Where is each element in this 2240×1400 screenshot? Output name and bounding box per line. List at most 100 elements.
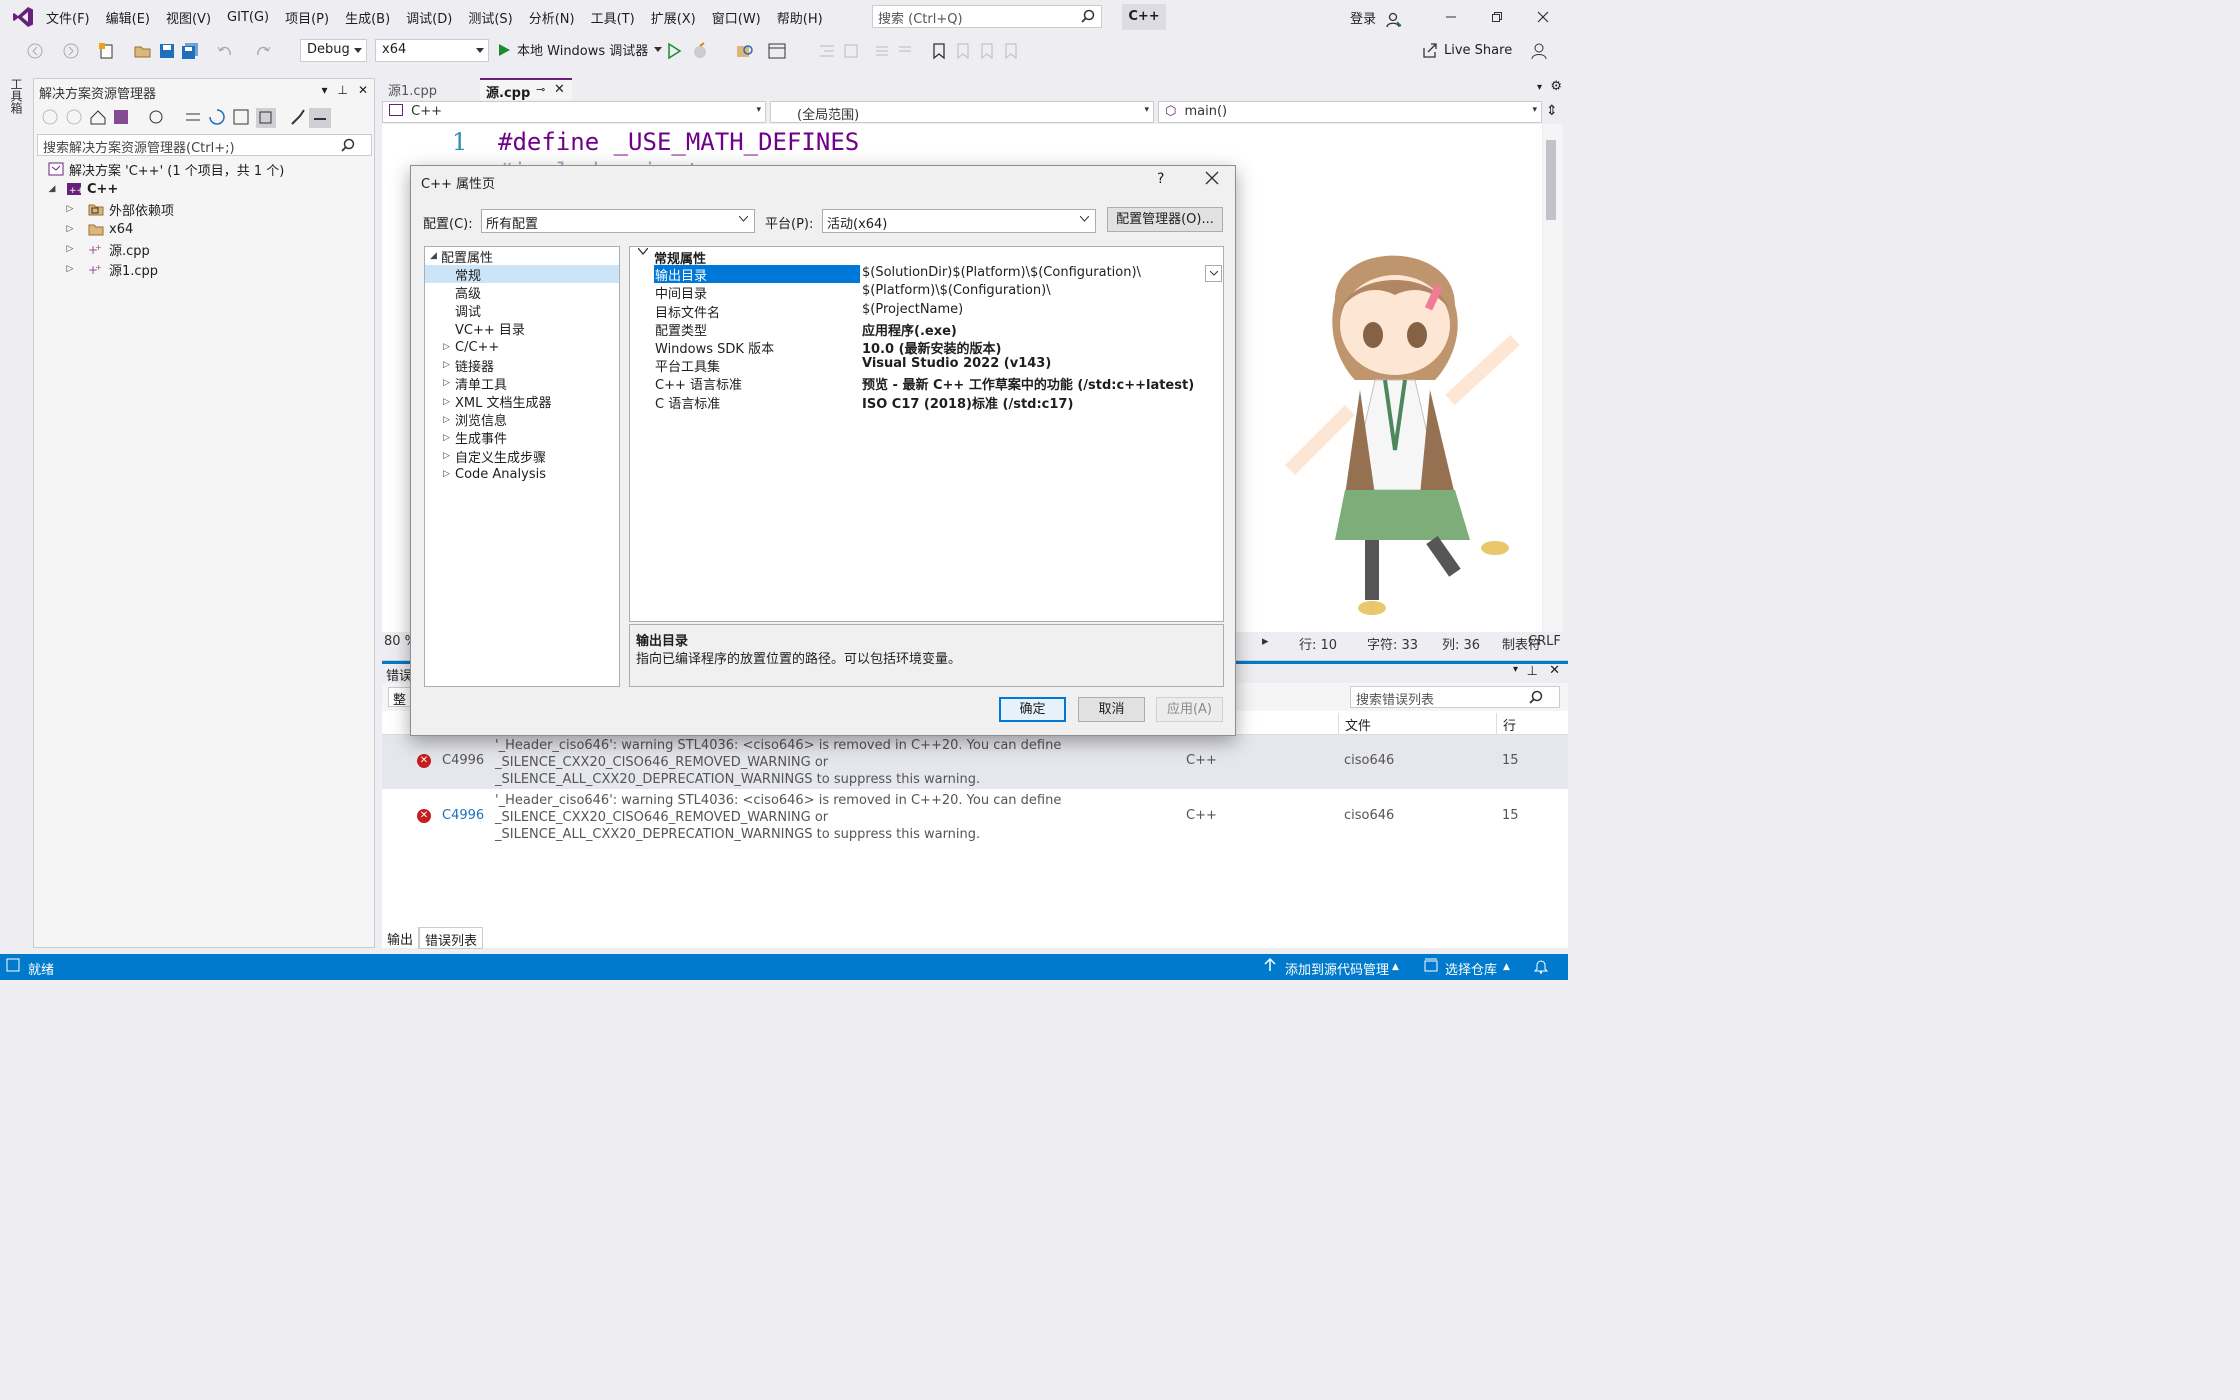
solution-search-input[interactable]: 搜索解决方案资源管理器(Ctrl+;) <box>37 134 372 156</box>
error-row[interactable]: ✕ C4996 '_Header_ciso646': warning STL40… <box>382 790 1568 844</box>
close-tab-icon[interactable]: ✕ <box>554 82 565 97</box>
scope-select[interactable]: (全局范围) ▾ <box>770 101 1154 123</box>
property-value[interactable]: $(SolutionDir)$(Platform)\$(Configuratio… <box>862 265 1141 283</box>
tab-output[interactable]: 输出 <box>382 927 420 949</box>
apply-button[interactable]: 应用(A) <box>1156 697 1223 722</box>
visual-studio-logo-icon[interactable] <box>12 6 34 28</box>
close-dialog-button[interactable] <box>1205 171 1219 185</box>
collapsed-icon[interactable]: ▷ <box>443 360 450 370</box>
property-value[interactable]: 应用程序(.exe) <box>862 320 957 339</box>
open-file-icon[interactable] <box>134 42 152 60</box>
collapsed-icon[interactable]: ▷ <box>64 243 76 255</box>
tab-error-list[interactable]: 错误列表 <box>419 927 484 949</box>
platform-select[interactable]: 活动(x64) <box>822 209 1096 233</box>
menu-tools[interactable]: 工具(T) <box>583 8 643 27</box>
tree-item-debugging[interactable]: 调试 <box>425 302 619 320</box>
ok-button[interactable]: 确定 <box>999 697 1066 722</box>
chevron-down-icon[interactable] <box>638 248 648 255</box>
uncomment-icon[interactable] <box>897 42 915 60</box>
property-value[interactable]: $(ProjectName) <box>862 302 963 320</box>
clear-bookmarks-icon[interactable] <box>1002 42 1020 60</box>
property-value[interactable]: ISO C17 (2018)标准 (/std:c17) <box>862 393 1073 412</box>
start-without-debugging-icon[interactable] <box>665 42 683 60</box>
property-value[interactable]: Visual Studio 2022 (v143) <box>862 356 1051 374</box>
settings-icon[interactable]: ⚙ <box>1550 79 1562 94</box>
tree-item-browse-info[interactable]: ▷ 浏览信息 <box>425 411 619 429</box>
scroll-right-icon[interactable]: ▸ <box>1262 634 1269 649</box>
cancel-button[interactable]: 取消 <box>1078 697 1145 722</box>
global-search-input[interactable]: 搜索 (Ctrl+Q) <box>872 5 1102 28</box>
help-button[interactable]: ? <box>1157 171 1164 187</box>
tree-item-custom-build-step[interactable]: ▷ 自定义生成步骤 <box>425 447 619 466</box>
tree-item-general[interactable]: 常规 <box>425 265 619 284</box>
layout-icon[interactable] <box>768 42 786 60</box>
pin-icon[interactable]: ⊥ <box>337 83 347 97</box>
back-icon[interactable] <box>26 42 44 60</box>
tab-source-cpp[interactable]: 源.cpp ⊸ ✕ <box>480 78 572 101</box>
restore-button[interactable] <box>1474 0 1520 34</box>
forward-icon[interactable] <box>62 42 80 60</box>
solution-platform-select[interactable]: x64 <box>375 39 489 62</box>
property-row[interactable]: 中间目录 $(Platform)\$(Configuration)\ <box>630 283 1223 302</box>
save-all-icon[interactable] <box>181 42 199 60</box>
menu-git[interactable]: GIT(G) <box>219 10 277 25</box>
dropdown-icon[interactable]: ▾ <box>321 83 327 97</box>
configuration-select[interactable]: 所有配置 <box>481 209 755 233</box>
pin-icon[interactable]: ⊥ <box>1527 664 1538 679</box>
comment-icon[interactable] <box>874 42 892 60</box>
tree-item-source-cpp[interactable]: ▷ + + 源.cpp <box>34 239 374 259</box>
collapsed-icon[interactable]: ▷ <box>443 433 450 443</box>
tree-item-external-deps[interactable]: ▷ 外部依赖项 <box>34 199 374 219</box>
expanded-icon[interactable]: ◢ <box>430 251 437 261</box>
solution-name-chip[interactable]: C++ <box>1122 4 1166 30</box>
toolbox-strip[interactable]: 工具箱 <box>0 70 28 950</box>
solution-config-select[interactable]: Debug <box>300 39 367 62</box>
collapsed-icon[interactable]: ▷ <box>443 469 450 479</box>
tree-item-xml-doc-generator[interactable]: ▷ XML 文档生成器 <box>425 393 619 411</box>
menu-edit[interactable]: 编辑(E) <box>98 8 158 27</box>
close-icon[interactable]: ✕ <box>1549 663 1560 678</box>
property-value[interactable]: $(Platform)\$(Configuration)\ <box>862 283 1051 301</box>
menu-build[interactable]: 生成(B) <box>337 8 398 27</box>
collapsed-icon[interactable]: ▷ <box>443 397 450 407</box>
column-header-line[interactable]: 行 <box>1496 713 1522 735</box>
close-window-button[interactable] <box>1520 0 1566 34</box>
member-select[interactable]: ⬡ main() ▾ <box>1158 101 1542 123</box>
dropdown-icon[interactable]: ▾ <box>1513 664 1518 675</box>
collapsed-icon[interactable]: ▷ <box>64 263 76 275</box>
code-line[interactable]: #define _USE_MATH_DEFINES <box>498 128 859 156</box>
tree-item-c-cpp[interactable]: ▷ C/C++ <box>425 338 619 356</box>
expanded-icon[interactable]: ◢ <box>46 183 58 195</box>
chevron-up-icon[interactable]: ▲ <box>1503 962 1510 972</box>
property-row[interactable]: C 语言标准 ISO C17 (2018)标准 (/std:c17) <box>630 393 1223 412</box>
error-search-input[interactable]: 搜索错误列表 <box>1350 686 1560 708</box>
project-scope-select[interactable]: C++ ▾ <box>382 101 766 123</box>
menu-window[interactable]: 窗口(W) <box>704 8 769 27</box>
column-header-file[interactable]: 文件 <box>1338 713 1377 735</box>
menu-debug[interactable]: 调试(D) <box>398 8 460 27</box>
find-in-files-icon[interactable] <box>736 42 754 60</box>
collapsed-icon[interactable]: ▷ <box>443 342 450 352</box>
minimize-button[interactable] <box>1428 0 1474 34</box>
split-icon[interactable]: ⇕ <box>1546 103 1558 119</box>
tree-item-advanced[interactable]: 高级 <box>425 283 619 302</box>
tree-item-code-analysis[interactable]: ▷ Code Analysis <box>425 465 619 483</box>
error-code-link[interactable]: C4996 <box>442 808 484 823</box>
live-share-button[interactable]: Live Share <box>1422 42 1512 58</box>
tree-item-manifest-tool[interactable]: ▷ 清单工具 <box>425 374 619 393</box>
feedback-icon[interactable] <box>1530 42 1548 60</box>
add-to-source-control[interactable]: 添加到源代码管理 <box>1285 959 1389 978</box>
property-row[interactable]: 平台工具集 Visual Studio 2022 (v143) <box>630 356 1223 375</box>
collapsed-icon[interactable]: ▷ <box>443 378 450 388</box>
editor-vertical-scrollbar[interactable] <box>1543 124 1563 632</box>
tree-item-build-events[interactable]: ▷ 生成事件 <box>425 429 619 447</box>
notifications-icon[interactable] <box>1534 958 1548 974</box>
outdent-icon[interactable] <box>818 42 836 60</box>
bookmark-icon[interactable] <box>930 42 948 60</box>
close-icon[interactable]: ✕ <box>358 83 368 97</box>
property-row[interactable]: C++ 语言标准 预览 - 最新 C++ 工作草案中的功能 (/std:c++l… <box>630 374 1223 393</box>
tree-item-configuration-properties[interactable]: ◢ 配置属性 <box>425 247 619 266</box>
tree-item-project[interactable]: ◢ ++ C++ <box>34 179 374 199</box>
new-project-icon[interactable] <box>98 42 116 60</box>
pin-icon[interactable]: ⊸ <box>536 83 545 96</box>
